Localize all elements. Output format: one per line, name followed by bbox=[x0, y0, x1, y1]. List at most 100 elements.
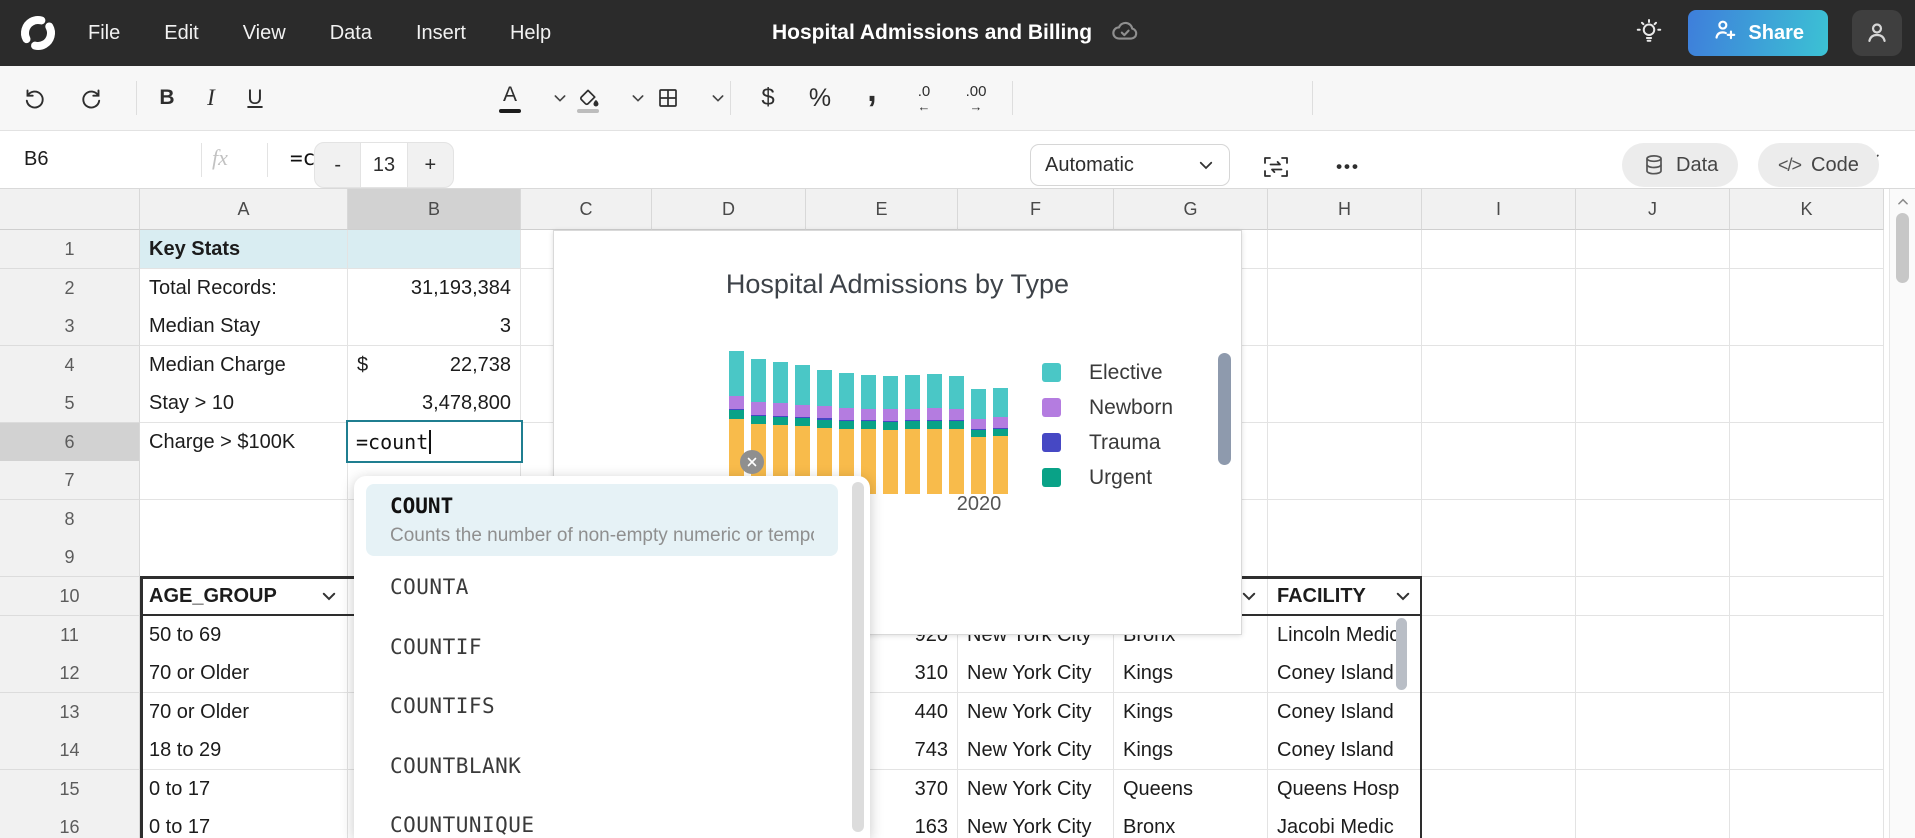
row-header-3[interactable]: 3 bbox=[0, 307, 140, 346]
row-header-9[interactable]: 9 bbox=[0, 538, 140, 577]
code-panel-button[interactable]: </> Code bbox=[1758, 143, 1879, 187]
cell-A15[interactable]: 0 to 17 bbox=[140, 770, 348, 809]
cell-A2[interactable]: Total Records: bbox=[140, 269, 348, 308]
cell-G12[interactable]: Kings bbox=[1114, 654, 1268, 693]
cell-I4[interactable] bbox=[1422, 346, 1576, 385]
cell-J13[interactable] bbox=[1576, 693, 1730, 732]
cell-J10[interactable] bbox=[1576, 577, 1730, 616]
cell-K5[interactable] bbox=[1730, 384, 1884, 423]
font-size-value[interactable]: 13 bbox=[360, 143, 407, 187]
cell-B2[interactable]: 31,193,384 bbox=[348, 269, 521, 308]
cell-B4[interactable]: $22,738 bbox=[348, 346, 521, 385]
cell-K8[interactable] bbox=[1730, 500, 1884, 539]
scroll-up-icon[interactable] bbox=[1895, 195, 1911, 214]
column-header-B[interactable]: B bbox=[348, 189, 521, 230]
cell-J7[interactable] bbox=[1576, 461, 1730, 500]
redo-button[interactable] bbox=[70, 75, 114, 121]
share-button[interactable]: Share bbox=[1688, 10, 1828, 56]
cell-G14[interactable]: Kings bbox=[1114, 731, 1268, 770]
cell-H9[interactable] bbox=[1268, 538, 1422, 577]
cell-A13[interactable]: 70 or Older bbox=[140, 693, 348, 732]
cell-K11[interactable] bbox=[1730, 616, 1884, 655]
cell-A4[interactable]: Median Charge bbox=[140, 346, 348, 385]
cell-J1[interactable] bbox=[1576, 230, 1730, 269]
cell-I10[interactable] bbox=[1422, 577, 1576, 616]
cell-G15[interactable]: Queens bbox=[1114, 770, 1268, 809]
cell-K14[interactable] bbox=[1730, 731, 1884, 770]
cell-H2[interactable] bbox=[1268, 269, 1422, 308]
menu-data[interactable]: Data bbox=[330, 22, 372, 45]
cell-A6[interactable]: Charge > $100K bbox=[140, 423, 348, 462]
autocomplete-item-countblank[interactable]: COUNTBLANK bbox=[390, 754, 521, 778]
autocomplete-item-countunique[interactable]: COUNTUNIQUE bbox=[390, 813, 535, 837]
row-header-4[interactable]: 4 bbox=[0, 346, 140, 385]
text-color-button[interactable]: A bbox=[488, 75, 532, 121]
underline-button[interactable]: U bbox=[233, 75, 277, 121]
cell-I2[interactable] bbox=[1422, 269, 1576, 308]
cell-K1[interactable] bbox=[1730, 230, 1884, 269]
comma-format-button[interactable]: , bbox=[850, 75, 894, 121]
select-all-corner[interactable] bbox=[0, 189, 140, 230]
row-header-11[interactable]: 11 bbox=[0, 616, 140, 655]
cell-A11[interactable]: 50 to 69 bbox=[140, 616, 348, 655]
borders-dropdown-icon[interactable] bbox=[696, 75, 740, 121]
row-header-10[interactable]: 10 bbox=[0, 577, 140, 616]
row-header-14[interactable]: 14 bbox=[0, 731, 140, 770]
cell-reference-box[interactable]: B6 bbox=[24, 148, 48, 171]
cell-J8[interactable] bbox=[1576, 500, 1730, 539]
column-header-D[interactable]: D bbox=[652, 189, 806, 230]
row-header-6[interactable]: 6 bbox=[0, 423, 140, 462]
row-header-15[interactable]: 15 bbox=[0, 770, 140, 809]
menu-file[interactable]: File bbox=[88, 22, 120, 45]
cell-I1[interactable] bbox=[1422, 230, 1576, 269]
cell-K7[interactable] bbox=[1730, 461, 1884, 500]
cell-A5[interactable]: Stay > 10 bbox=[140, 384, 348, 423]
cell-J16[interactable] bbox=[1576, 808, 1730, 838]
cell-H13[interactable]: Coney Island bbox=[1268, 693, 1422, 732]
cell-A9[interactable] bbox=[140, 538, 348, 577]
column-header-E[interactable]: E bbox=[806, 189, 958, 230]
cell-K13[interactable] bbox=[1730, 693, 1884, 732]
cell-H4[interactable] bbox=[1268, 346, 1422, 385]
cell-A10[interactable]: AGE_GROUP bbox=[140, 577, 348, 616]
cell-F12[interactable]: New York City bbox=[958, 654, 1114, 693]
vertical-scrollbar[interactable] bbox=[1889, 189, 1915, 838]
column-filter-icon[interactable] bbox=[1394, 587, 1412, 605]
data-panel-button[interactable]: Data bbox=[1622, 143, 1738, 187]
undo-button[interactable] bbox=[12, 75, 56, 121]
column-header-H[interactable]: H bbox=[1268, 189, 1422, 230]
cell-F15[interactable]: New York City bbox=[958, 770, 1114, 809]
italic-button[interactable]: I bbox=[189, 75, 233, 121]
cell-B3[interactable]: 3 bbox=[348, 307, 521, 346]
cell-I14[interactable] bbox=[1422, 731, 1576, 770]
column-filter-icon[interactable] bbox=[320, 587, 338, 605]
cell-F13[interactable]: New York City bbox=[958, 693, 1114, 732]
cell-K15[interactable] bbox=[1730, 770, 1884, 809]
cell-J2[interactable] bbox=[1576, 269, 1730, 308]
cell-F14[interactable]: New York City bbox=[958, 731, 1114, 770]
cell-H14[interactable]: Coney Island bbox=[1268, 731, 1422, 770]
cell-H1[interactable] bbox=[1268, 230, 1422, 269]
column-header-J[interactable]: J bbox=[1576, 189, 1730, 230]
cell-J9[interactable] bbox=[1576, 538, 1730, 577]
column-header-C[interactable]: C bbox=[521, 189, 652, 230]
cell-G13[interactable]: Kings bbox=[1114, 693, 1268, 732]
cell-I5[interactable] bbox=[1422, 384, 1576, 423]
cell-H16[interactable]: Jacobi Medic bbox=[1268, 808, 1422, 838]
column-filter-icon[interactable] bbox=[1240, 587, 1258, 605]
cell-K2[interactable] bbox=[1730, 269, 1884, 308]
row-header-13[interactable]: 13 bbox=[0, 693, 140, 732]
cell-I8[interactable] bbox=[1422, 500, 1576, 539]
account-avatar-button[interactable] bbox=[1852, 10, 1902, 56]
document-title[interactable]: Hospital Admissions and Billing bbox=[772, 21, 1092, 45]
cell-F16[interactable]: New York City bbox=[958, 808, 1114, 838]
cell-K4[interactable] bbox=[1730, 346, 1884, 385]
row-header-2[interactable]: 2 bbox=[0, 269, 140, 308]
cell-I15[interactable] bbox=[1422, 770, 1576, 809]
font-size-increase-button[interactable]: + bbox=[408, 143, 453, 187]
cell-I12[interactable] bbox=[1422, 654, 1576, 693]
table-scrollbar-thumb[interactable] bbox=[1396, 618, 1407, 690]
increase-decimals-button[interactable]: .00 → bbox=[954, 75, 998, 121]
font-size-decrease-button[interactable]: - bbox=[315, 143, 360, 187]
fill-color-button[interactable] bbox=[566, 75, 610, 121]
